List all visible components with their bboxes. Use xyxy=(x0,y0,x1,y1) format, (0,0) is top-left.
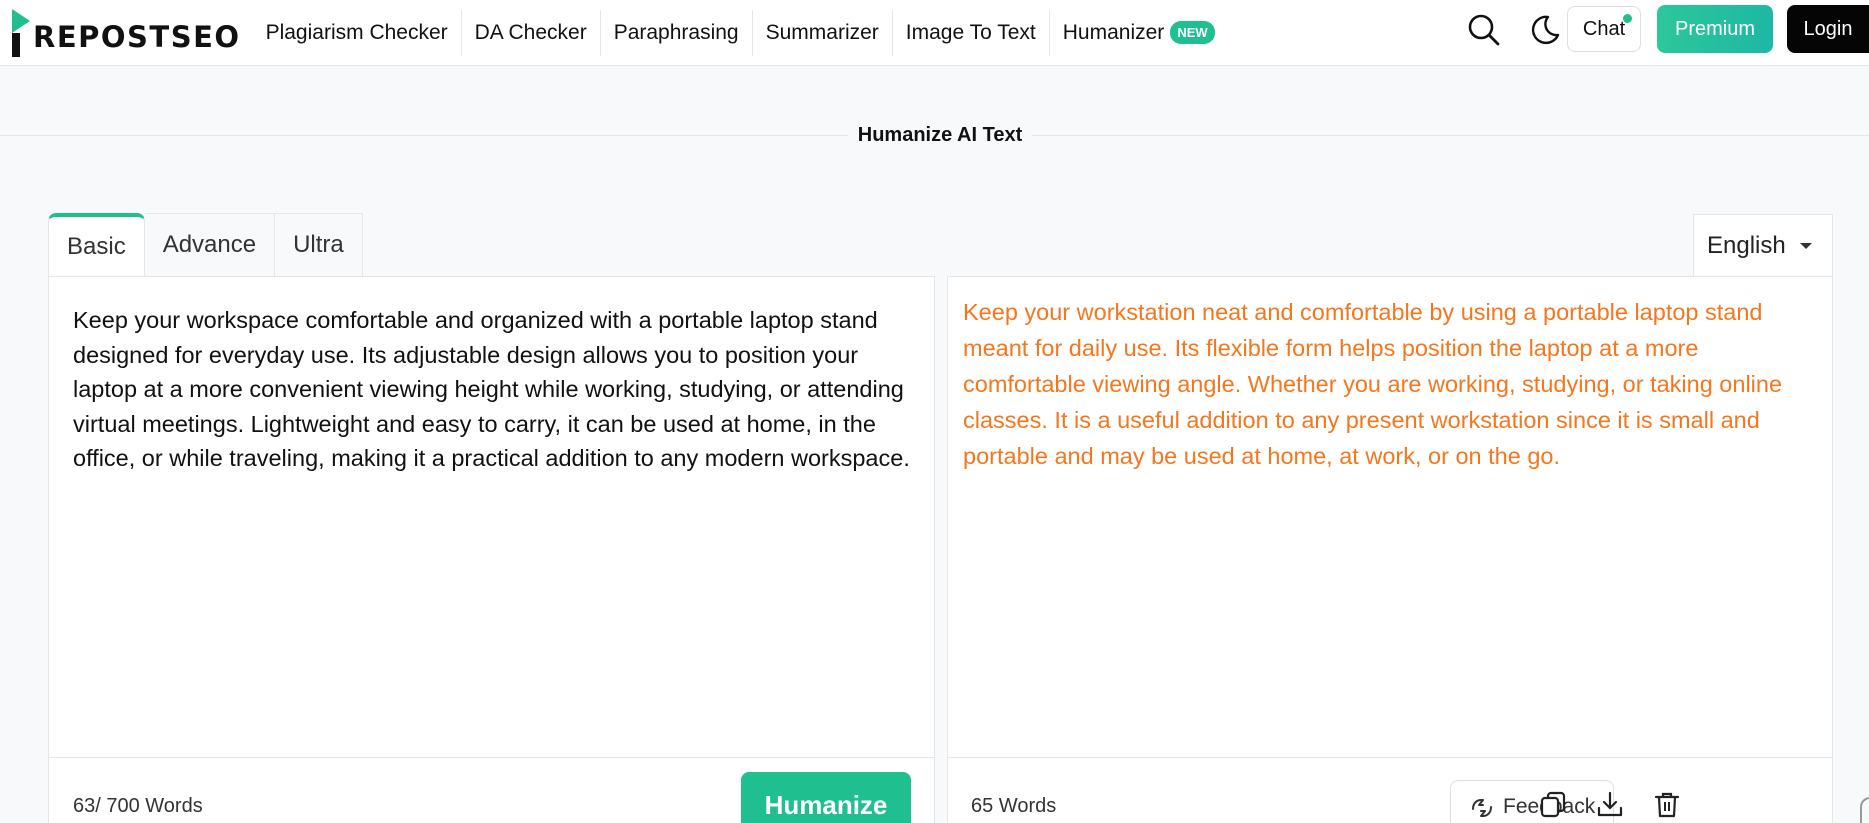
humanize-button[interactable]: Humanize xyxy=(741,772,911,823)
chat-button[interactable]: Chat xyxy=(1567,6,1641,52)
output-footer: 65 Words Feedback xyxy=(948,757,1832,823)
tab-ultra[interactable]: Ultra xyxy=(275,213,363,276)
language-value: English xyxy=(1707,231,1786,259)
input-footer: 63/ 700 Words Humanize xyxy=(49,757,934,823)
tab-basic[interactable]: Basic xyxy=(48,213,145,276)
page-title-text: Humanize AI Text xyxy=(847,124,1033,146)
tab-label: Ultra xyxy=(293,231,344,258)
nav-link-summarizer[interactable]: Summarizer xyxy=(753,9,893,56)
logo-text: REPOSTSEO xyxy=(33,19,241,54)
input-textarea[interactable]: Keep your workspace comfortable and orga… xyxy=(73,303,913,476)
copy-icon xyxy=(1540,791,1566,818)
nav-link-image-to-text[interactable]: Image To Text xyxy=(893,9,1050,56)
nav-link-label: DA Checker xyxy=(474,20,587,44)
moon-icon xyxy=(1531,15,1560,45)
nav-link-label: Plagiarism Checker xyxy=(265,20,448,44)
humanize-label: Humanize xyxy=(764,790,888,820)
language-select[interactable]: English xyxy=(1693,214,1833,276)
scrollbar-corner xyxy=(1860,797,1869,823)
nav-link-paraphrasing[interactable]: Paraphrasing xyxy=(601,9,753,56)
premium-button[interactable]: Premium xyxy=(1657,5,1773,53)
download-icon xyxy=(1597,791,1623,817)
login-button[interactable]: Login xyxy=(1787,5,1869,53)
tab-label: Advance xyxy=(162,231,257,258)
search-icon xyxy=(1468,14,1500,46)
main-nav: Plagiarism Checker DA Checker Paraphrasi… xyxy=(253,0,1228,66)
online-indicator xyxy=(1623,14,1632,23)
dark-mode-toggle[interactable] xyxy=(1525,10,1565,50)
feedback-button[interactable]: Feedback xyxy=(1450,780,1614,823)
nav-link-label: Image To Text xyxy=(905,20,1036,44)
download-button[interactable] xyxy=(1594,788,1626,820)
tab-advance[interactable]: Advance xyxy=(144,213,276,276)
chat-label: Chat xyxy=(1582,17,1626,40)
output-text: Keep your workstation neat and comfortab… xyxy=(963,299,1783,469)
tab-label: Basic xyxy=(67,232,126,260)
search-button[interactable] xyxy=(1464,10,1504,50)
new-badge: NEW xyxy=(1170,21,1215,44)
input-word-count: 63/ 700 Words xyxy=(73,795,203,817)
caret-down-icon xyxy=(1799,242,1812,249)
logo[interactable]: REPOSTSEO xyxy=(10,0,241,66)
mode-tabs: Basic Advance Ultra xyxy=(48,213,363,276)
logo-mark-icon xyxy=(12,8,30,57)
nav-link-label: Paraphrasing xyxy=(613,20,739,44)
nav-link-label: Summarizer xyxy=(765,20,879,44)
output-word-count: 65 Words xyxy=(971,795,1057,817)
page-title: Humanize AI Text xyxy=(0,124,1869,147)
delete-button[interactable] xyxy=(1651,788,1683,820)
trash-icon xyxy=(1654,792,1680,818)
login-label: Login xyxy=(1803,17,1853,40)
feedback-icon xyxy=(1472,799,1492,817)
nav-link-plagiarism-checker[interactable]: Plagiarism Checker xyxy=(253,9,462,56)
nav-link-label: Humanizer xyxy=(1062,20,1165,44)
copy-button[interactable] xyxy=(1537,788,1569,820)
nav-link-da-checker[interactable]: DA Checker xyxy=(462,9,601,56)
premium-label: Premium xyxy=(1674,17,1755,40)
input-panel: Keep your workspace comfortable and orga… xyxy=(48,276,935,823)
nav-link-humanizer[interactable]: Humanizer NEW xyxy=(1050,10,1228,56)
navbar: REPOSTSEO Plagiarism Checker DA Checker … xyxy=(0,0,1869,66)
output-panel: Keep your workstation neat and comfortab… xyxy=(947,276,1833,823)
